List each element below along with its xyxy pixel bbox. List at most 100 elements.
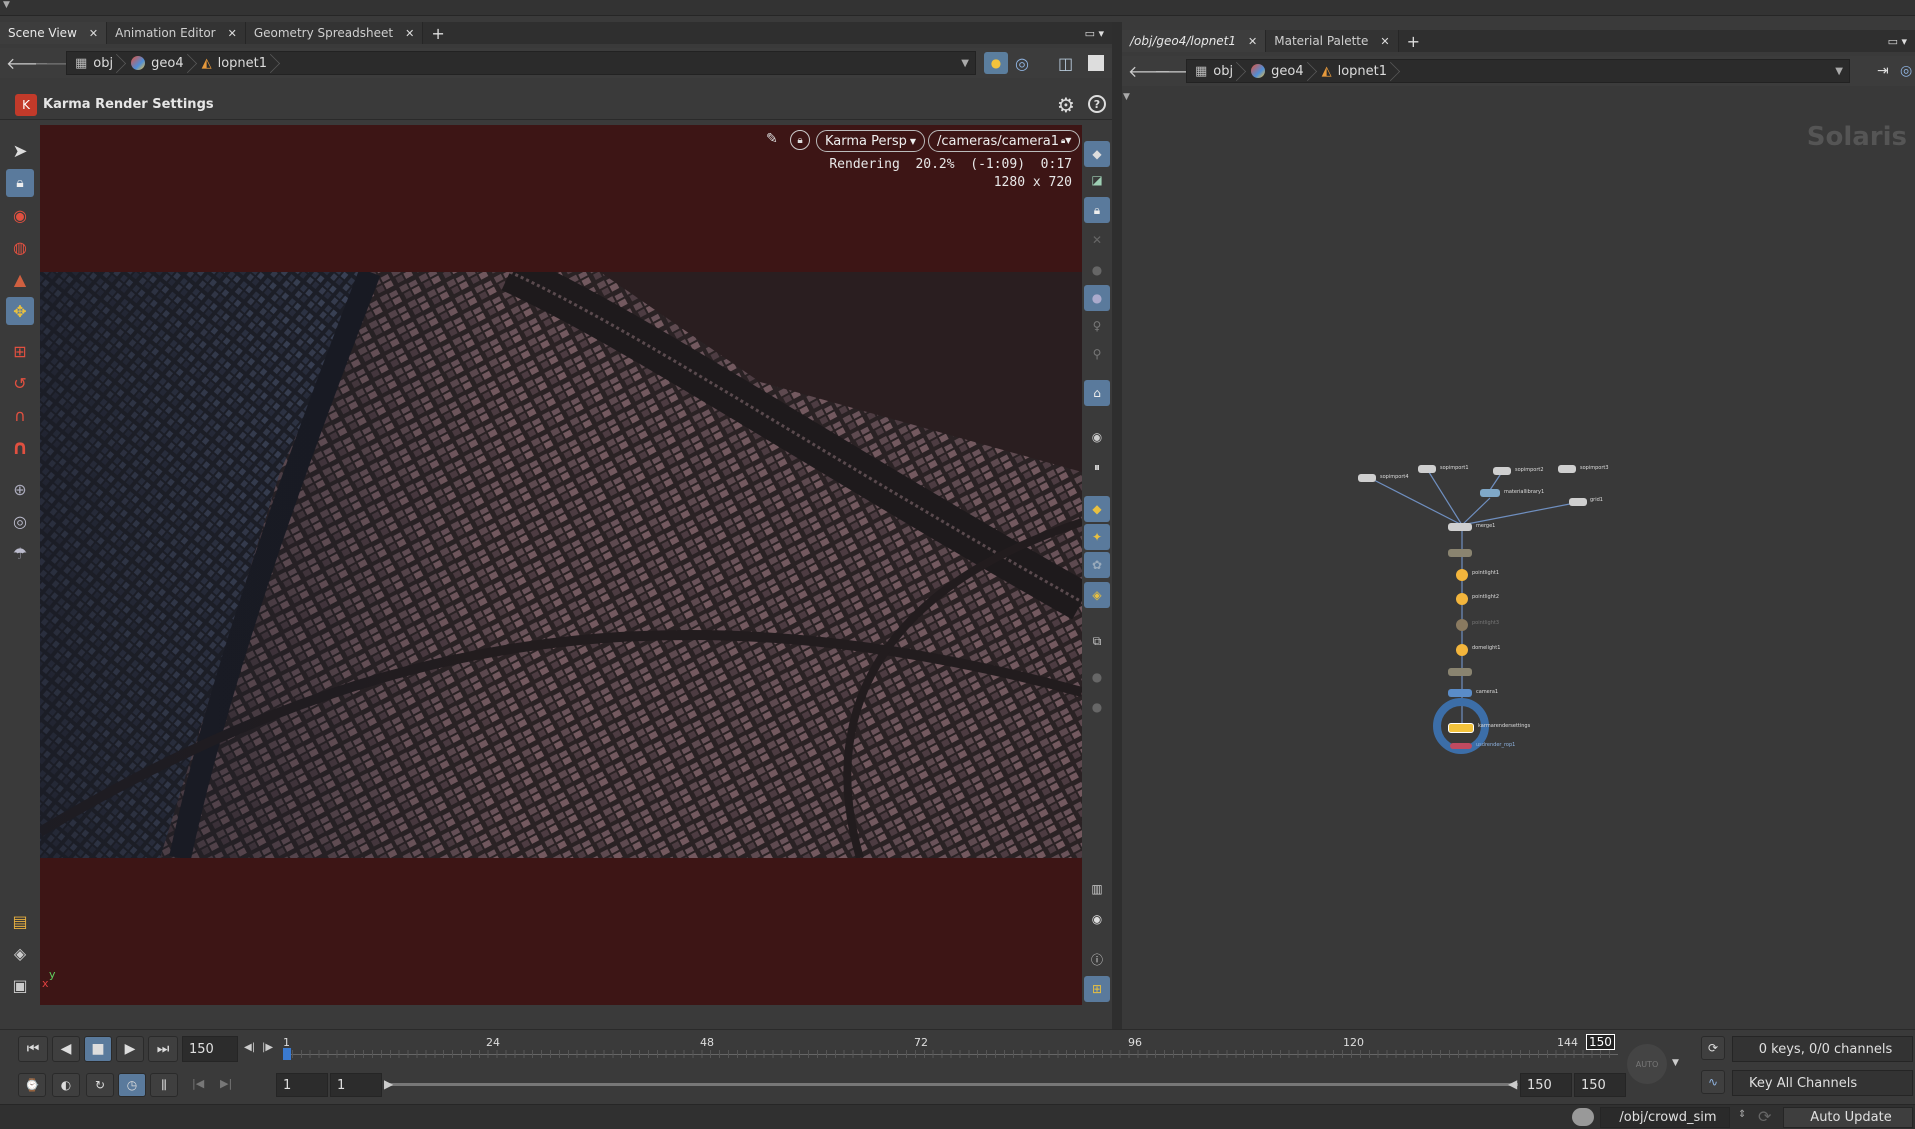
display-eye-icon[interactable]: ◉ — [1084, 424, 1110, 450]
node-sopimport3[interactable] — [1558, 465, 1576, 473]
node-bypassed2[interactable] — [1448, 668, 1472, 676]
tab-scene-view[interactable]: Scene View ✕ — [0, 22, 108, 44]
chevron-down-icon[interactable]: ▼ — [1672, 1058, 1679, 1068]
render-viewport[interactable]: ✎ 🔒︎ Karma Persp ▼ /cameras/camera1 🔒︎▼ Re… — [40, 125, 1082, 1005]
ruler-icon[interactable]: ▤ — [6, 907, 34, 935]
node-sopimport4[interactable] — [1358, 474, 1376, 482]
display-options-icon[interactable]: ◆ — [1084, 141, 1110, 167]
timeline-mode-icon[interactable]: ⫼ — [150, 1073, 178, 1097]
play-icon[interactable]: ▶ — [116, 1036, 144, 1062]
pause-icon[interactable]: ⏸ — [1084, 454, 1110, 480]
grey-ball2-icon[interactable]: ● — [1084, 694, 1110, 720]
node-camera1[interactable] — [1448, 689, 1472, 697]
breadcrumb-obj[interactable]: ▦ obj — [67, 52, 123, 74]
magnet-icon[interactable]: ∩ — [6, 401, 34, 429]
geo-display-icon[interactable]: ✦ — [1084, 524, 1110, 550]
handle-icon[interactable]: ⊞ — [6, 337, 34, 365]
auto-update-dropdown[interactable]: Auto Update — [1783, 1107, 1913, 1128]
realtime-icon[interactable]: ⌚ — [18, 1073, 46, 1097]
shade-icon[interactable]: ✿ — [1084, 552, 1110, 578]
breadcrumb-geo4[interactable]: geo4 — [1243, 60, 1313, 82]
range-right-handle[interactable]: ◀ — [1508, 1077, 1517, 1091]
help-icon[interactable]: ? — [1088, 95, 1106, 113]
select-arrow-icon[interactable]: ➤ — [6, 137, 34, 165]
audio-icon[interactable]: ◐ — [52, 1073, 80, 1097]
breadcrumb-lopnet1[interactable]: ◭ lopnet1 — [194, 52, 277, 74]
pane-menu-icon[interactable]: ▭ ▾ — [1880, 30, 1915, 52]
node-pointlight1[interactable] — [1456, 569, 1468, 581]
snap-magnet-icon[interactable]: ∩ — [6, 433, 34, 461]
display-light-icon[interactable]: ● — [1084, 285, 1110, 311]
pane-divider[interactable] — [1112, 22, 1122, 1029]
display-circle-icon[interactable]: ● — [1084, 257, 1110, 283]
step-back-icon[interactable]: ◀| — [244, 1042, 255, 1053]
texture-icon[interactable]: ◈ — [1084, 582, 1110, 608]
cube-icon[interactable]: ◫ — [1058, 54, 1073, 73]
close-icon[interactable]: ✕ — [405, 27, 414, 40]
display-bulb-icon[interactable]: ♀ — [1084, 313, 1110, 339]
current-frame-field[interactable]: 150 — [182, 1036, 238, 1062]
transform-icon[interactable]: ✥ — [6, 297, 34, 325]
node-usdrender-rop1[interactable] — [1450, 743, 1472, 749]
close-icon[interactable]: ✕ — [228, 27, 237, 40]
node-grid1[interactable] — [1569, 498, 1587, 506]
node-bypassed[interactable] — [1448, 549, 1472, 557]
range-start-field[interactable]: 1 — [276, 1073, 328, 1097]
maximize-icon[interactable] — [1088, 55, 1104, 71]
range-next-icon[interactable]: ▶| — [220, 1077, 232, 1090]
render-region-icon[interactable]: ◎ — [6, 507, 34, 535]
pencil-icon[interactable]: ✎ — [766, 131, 778, 147]
node-sopimport2[interactable] — [1493, 467, 1511, 475]
pin-icon[interactable]: ⇥ — [1877, 63, 1889, 79]
range-prev-icon[interactable]: |◀ — [192, 1077, 204, 1090]
refresh-icon[interactable]: ⟳ — [1758, 1107, 1771, 1126]
refresh-keys-icon[interactable]: ⟳ — [1701, 1036, 1725, 1060]
lasso-icon[interactable]: ↺ — [6, 369, 34, 397]
key-all-channels-dropdown[interactable]: Key All Channels — [1732, 1070, 1913, 1096]
camera-path-button[interactable]: /cameras/camera1 🔒︎▼ — [928, 130, 1081, 152]
breadcrumb-obj[interactable]: ▦ obj — [1187, 60, 1243, 82]
light-icon[interactable]: ☂ — [6, 539, 34, 567]
playhead-frame-label[interactable]: 150 — [1586, 1034, 1615, 1050]
display-camera-icon[interactable]: ⌂ — [1084, 380, 1110, 406]
range-end-field[interactable]: 150 — [1520, 1073, 1572, 1097]
display-pin-icon[interactable]: ⚲ — [1084, 341, 1110, 367]
camera-tool-icon[interactable]: ▲ — [6, 265, 34, 293]
stack-icon[interactable]: ▣ — [6, 971, 34, 999]
pin-icon[interactable]: ● — [984, 52, 1008, 74]
add-tab-icon[interactable]: + — [423, 22, 452, 44]
camera-menu-button[interactable]: Karma Persp ▼ — [816, 130, 926, 152]
node-pointlight3[interactable] — [1456, 619, 1468, 631]
visibility-icon[interactable]: ◉ — [1084, 906, 1110, 932]
range-slider[interactable] — [388, 1083, 1518, 1086]
camera-rig-icon[interactable]: ⊕ — [6, 475, 34, 503]
breadcrumb-lopnet1[interactable]: ◭ lopnet1 — [1314, 60, 1397, 82]
target-icon[interactable]: ◎ — [1015, 54, 1029, 73]
tab-material-palette[interactable]: Material Palette ✕ — [1266, 30, 1399, 52]
node-merge1[interactable] — [1448, 523, 1472, 531]
dropdown-arrow-icon[interactable]: ▼ — [1835, 66, 1843, 77]
grey-ball-icon[interactable]: ● — [1084, 664, 1110, 690]
graph-icon[interactable]: ∿ — [1701, 1070, 1725, 1094]
stop-icon[interactable]: ■ — [84, 1036, 112, 1062]
display-lock-icon[interactable]: 🔒︎ — [1084, 197, 1110, 223]
play-reverse-icon[interactable]: ◀ — [52, 1036, 80, 1062]
node-materiallibrary1[interactable] — [1480, 489, 1500, 497]
step-forward-icon[interactable]: |▶ — [262, 1042, 273, 1053]
node-pointlight2[interactable] — [1456, 593, 1468, 605]
node-sopimport1[interactable] — [1418, 465, 1436, 473]
layers-icon[interactable]: ◈ — [6, 939, 34, 967]
range-start2-field[interactable]: 1 — [330, 1073, 382, 1097]
clock-icon[interactable]: ◷ — [118, 1073, 146, 1097]
info-icon[interactable]: ⓘ — [1084, 946, 1110, 972]
tab-geometry-spreadsheet[interactable]: Geometry Spreadsheet ✕ — [245, 22, 424, 44]
color-icon[interactable]: ◆ — [1084, 496, 1110, 522]
dropdown-arrow-icon[interactable]: ▼ — [961, 58, 969, 69]
display-x-icon[interactable]: ✕ — [1084, 227, 1110, 253]
quad-view-icon[interactable]: ⊞ — [1084, 976, 1110, 1002]
layer-view-icon[interactable]: ⧉ — [1084, 628, 1110, 654]
timeline[interactable]: 1 24 48 72 96 120 144 150 — [283, 1034, 1618, 1064]
node-karmarendersettings[interactable] — [1448, 723, 1474, 733]
tab-animation-editor[interactable]: Animation Editor ✕ — [107, 22, 246, 44]
status-spinner-icon[interactable]: ⇕ — [1738, 1109, 1746, 1120]
